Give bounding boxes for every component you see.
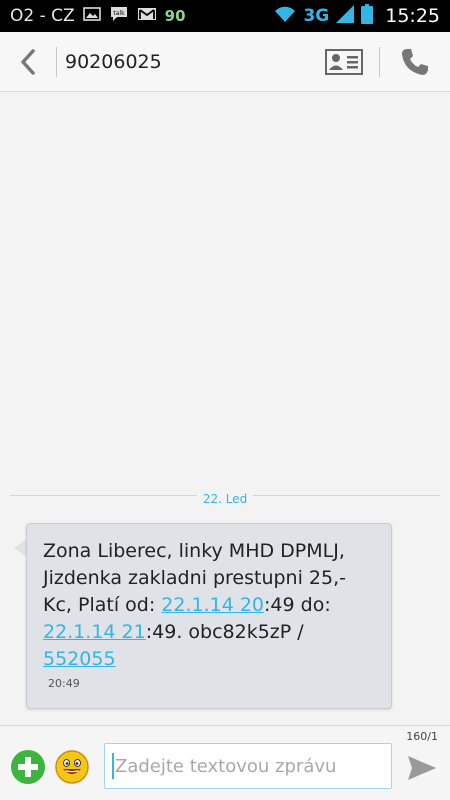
svg-text:talk: talk <box>113 10 125 17</box>
send-icon <box>408 756 436 780</box>
date-separator: 22. Led <box>0 488 450 507</box>
network-type: 3G <box>303 6 330 26</box>
notification-count: 90 <box>164 7 186 25</box>
date-separator-label: 22. Led <box>196 492 254 506</box>
message-text: Zona Liberec, linky MHD DPMLJ, Jizdenka … <box>43 538 377 673</box>
contact-card-icon <box>325 48 363 75</box>
action-bar: 90206025 <box>0 32 450 92</box>
phone-icon <box>402 48 428 75</box>
conversation-area[interactable]: 22. Led Zona Liberec, linky MHD DPMLJ, J… <box>0 93 450 725</box>
call-button[interactable] <box>380 32 450 92</box>
talk-icon: talk <box>109 5 129 27</box>
message-bubble[interactable]: Zona Liberec, linky MHD DPMLJ, Jizdenka … <box>26 523 392 709</box>
chevron-left-icon <box>21 48 35 75</box>
message-text-part: :49 do: <box>264 594 331 616</box>
gmail-icon <box>137 6 157 26</box>
back-button[interactable] <box>0 32 56 92</box>
clock: 15:25 <box>385 5 440 27</box>
carrier-label: O2 - CZ <box>10 6 75 26</box>
message-link-number[interactable]: 552055 <box>43 648 116 670</box>
message-link-datetime[interactable]: 22.1.14 21 <box>43 621 146 643</box>
conversation-title[interactable]: 90206025 <box>57 51 309 73</box>
send-button[interactable] <box>404 750 440 786</box>
wifi-icon <box>273 5 297 27</box>
message-timestamp: 20:49 <box>48 677 80 690</box>
emoji-button[interactable] <box>54 749 90 785</box>
message-text-part: :49. obc82k5zP / <box>145 621 304 643</box>
message-input[interactable] <box>104 743 392 789</box>
text-cursor <box>112 753 114 779</box>
battery-icon <box>361 4 374 28</box>
image-icon <box>82 6 101 26</box>
status-bar: O2 - CZ talk 90 3G 15:25 <box>0 0 450 32</box>
add-attachment-icon <box>11 750 45 784</box>
message-link-datetime[interactable]: 22.1.14 20 <box>161 594 264 616</box>
signal-icon <box>335 4 355 28</box>
add-attachment-button[interactable] <box>10 749 46 785</box>
emoji-icon <box>55 750 89 784</box>
compose-bar: 160/1 <box>0 725 450 800</box>
character-counter: 160/1 <box>406 730 438 743</box>
contact-button[interactable] <box>309 32 379 92</box>
